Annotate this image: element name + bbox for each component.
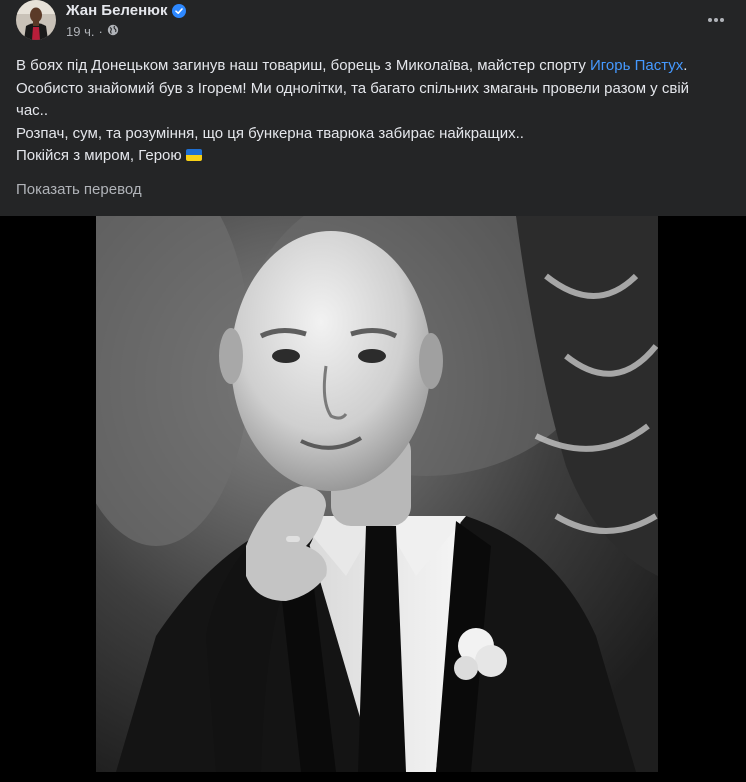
author-name[interactable]: Жан Беленюк bbox=[66, 2, 167, 19]
message-paragraph-1: В боях під Донецьком загинув наш товариш… bbox=[16, 55, 716, 123]
ukraine-flag-emoji bbox=[185, 149, 202, 161]
facebook-post: Жан Беленюк 19 ч. · В боях під Донецьком… bbox=[0, 0, 746, 782]
more-horizontal-icon bbox=[708, 18, 724, 22]
show-translation-link[interactable]: Показать перевод bbox=[16, 181, 142, 198]
post-message: В боях під Донецьком загинув наш товариш… bbox=[16, 55, 716, 168]
post-photo-container bbox=[0, 216, 746, 782]
post-meta: 19 ч. · bbox=[66, 24, 119, 39]
author-avatar[interactable] bbox=[16, 0, 56, 40]
verified-badge-icon bbox=[172, 3, 187, 18]
globe-icon[interactable] bbox=[107, 24, 119, 39]
message-paragraph-3: Покійся з миром, Герою bbox=[16, 145, 716, 168]
message-text: В боях під Донецьком загинув наш товариш… bbox=[16, 57, 590, 74]
meta-separator: · bbox=[98, 24, 103, 39]
post-timestamp[interactable]: 19 ч. bbox=[66, 24, 94, 39]
message-text: Покійся з миром, Герою bbox=[16, 147, 182, 164]
more-options-button[interactable] bbox=[702, 6, 730, 34]
message-paragraph-2: Розпач, сум, та розуміння, що ця бункерн… bbox=[16, 124, 524, 142]
mention-link[interactable]: Игорь Пастух bbox=[590, 57, 683, 74]
author-name-row: Жан Беленюк bbox=[66, 2, 187, 19]
post-header: Жан Беленюк 19 ч. · bbox=[16, 0, 730, 48]
post-photo[interactable] bbox=[96, 216, 658, 772]
